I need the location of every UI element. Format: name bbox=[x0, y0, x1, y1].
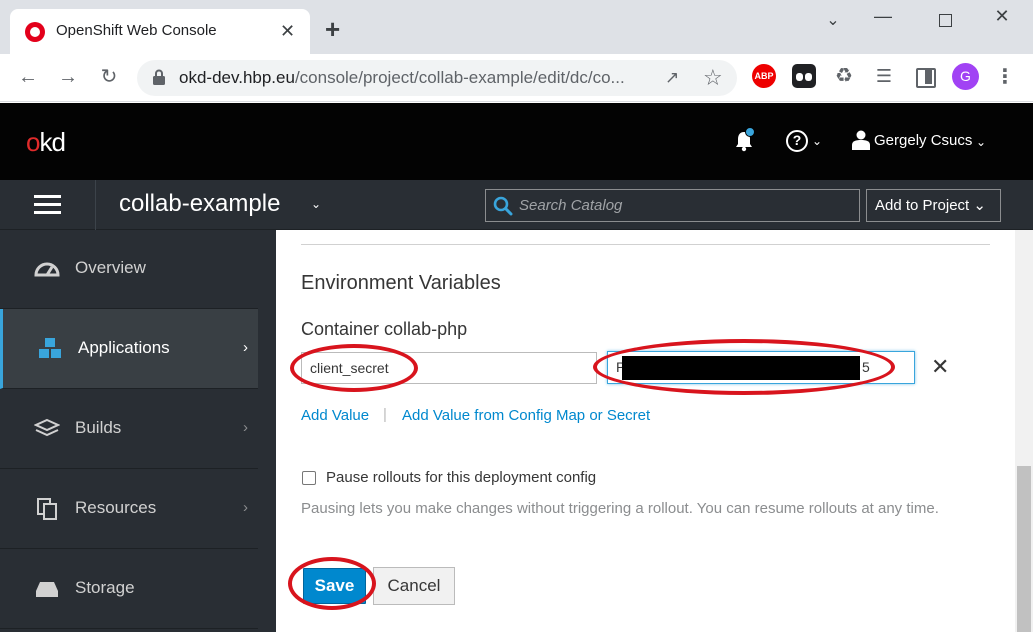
project-selector[interactable]: collab-example bbox=[119, 190, 280, 218]
sidebar-item-label: Storage bbox=[75, 578, 135, 597]
back-arrow-icon[interactable]: ← bbox=[15, 64, 41, 90]
link-separator: | bbox=[383, 406, 387, 423]
sidebar-item-label: Overview bbox=[75, 258, 146, 277]
browser-tabstrip: OpenShift Web Console ✕ + ⌄ — ✕ bbox=[0, 0, 1033, 54]
cubes-icon bbox=[39, 338, 61, 358]
maximize-button[interactable] bbox=[930, 6, 960, 32]
save-button[interactable]: Save bbox=[303, 568, 366, 604]
reload-icon[interactable]: ↻ bbox=[96, 64, 122, 90]
search-icon bbox=[493, 196, 513, 216]
cancel-button[interactable]: Cancel bbox=[373, 567, 455, 605]
sidebar-item-label: Resources bbox=[75, 498, 157, 517]
section-title: Environment Variables bbox=[301, 272, 501, 294]
add-from-config-link[interactable]: Add Value from Config Map or Secret bbox=[402, 407, 650, 424]
side-panel-icon[interactable] bbox=[913, 64, 937, 88]
pause-help-text: Pausing lets you make changes without tr… bbox=[301, 500, 939, 517]
help-icon[interactable]: ? bbox=[786, 130, 808, 152]
address-bar[interactable]: okd-dev.hbp.eu/console/project/collab-ex… bbox=[137, 60, 737, 96]
minimize-button[interactable]: — bbox=[868, 6, 898, 27]
window-close-button[interactable]: ✕ bbox=[987, 6, 1017, 27]
hdd-icon bbox=[36, 582, 58, 597]
section-divider bbox=[301, 244, 990, 245]
sidebar-item-builds[interactable]: Builds › bbox=[0, 389, 258, 469]
sidebar-scrollbar[interactable] bbox=[260, 230, 276, 632]
project-bar: collab-example ⌄ Search Catalog Add to P… bbox=[0, 180, 1033, 230]
pause-rollouts-label[interactable]: Pause rollouts for this deployment confi… bbox=[326, 469, 596, 486]
forward-arrow-icon[interactable]: → bbox=[55, 64, 81, 90]
redaction-box bbox=[622, 356, 860, 380]
search-placeholder: Search Catalog bbox=[519, 197, 623, 214]
tab-close-icon[interactable]: ✕ bbox=[280, 19, 295, 43]
add-value-link[interactable]: Add Value bbox=[301, 407, 369, 424]
share-icon[interactable]: ↗ bbox=[665, 68, 679, 88]
bookmark-star-icon[interactable]: ☆ bbox=[703, 65, 723, 91]
sidebar-item-label: Applications bbox=[78, 338, 170, 357]
search-catalog-input[interactable]: Search Catalog bbox=[485, 189, 860, 222]
url-text[interactable]: okd-dev.hbp.eu/console/project/collab-ex… bbox=[179, 68, 659, 88]
puzzle-extensions-icon[interactable]: ♻ bbox=[832, 64, 856, 88]
sidebar: Overview Applications › Builds › Resourc… bbox=[0, 230, 276, 632]
okd-logo[interactable]: okd bbox=[26, 127, 66, 158]
help-caret-icon[interactable]: ⌄ bbox=[812, 134, 822, 148]
adblock-plus-icon[interactable]: ABP bbox=[752, 64, 776, 88]
project-caret-icon[interactable]: ⌄ bbox=[311, 197, 321, 211]
sidebar-item-resources[interactable]: Resources › bbox=[0, 469, 258, 549]
browser-menu-icon[interactable]: ⋮ bbox=[995, 64, 1015, 89]
dashboard-icon bbox=[34, 262, 60, 277]
user-menu-name[interactable]: Gergely Csucs bbox=[874, 132, 972, 149]
hamburger-menu-icon[interactable] bbox=[34, 195, 61, 215]
env-value-suffix: 5 bbox=[862, 359, 870, 375]
chevron-right-icon: › bbox=[243, 419, 248, 436]
chevron-right-icon: › bbox=[243, 499, 248, 516]
opera-favicon-icon bbox=[25, 22, 45, 42]
profile-avatar[interactable]: G bbox=[952, 63, 979, 90]
media-queue-icon[interactable]: ☰ bbox=[872, 64, 896, 88]
okd-masthead: okd ? ⌄ Gergely Csucs ⌄ bbox=[0, 103, 1033, 180]
main-content: Environment Variables Container collab-p… bbox=[276, 230, 1015, 632]
env-name-input[interactable]: client_secret bbox=[301, 352, 597, 384]
sidebar-item-overview[interactable]: Overview bbox=[0, 229, 258, 309]
chevron-right-icon: › bbox=[243, 339, 248, 356]
browser-tab[interactable]: OpenShift Web Console ✕ bbox=[10, 9, 310, 54]
add-to-project-button[interactable]: Add to Project ⌄ bbox=[866, 189, 1001, 222]
lock-icon bbox=[153, 69, 165, 85]
user-icon[interactable] bbox=[852, 130, 870, 150]
sidebar-item-applications[interactable]: Applications › bbox=[0, 309, 258, 389]
layers-icon bbox=[34, 418, 60, 437]
tab-title: OpenShift Web Console bbox=[56, 22, 217, 39]
tab-search-chevron-icon[interactable]: ⌄ bbox=[818, 10, 848, 30]
container-title: Container collab-php bbox=[301, 319, 468, 339]
sidebar-item-label: Builds bbox=[75, 418, 122, 437]
main-scrollbar-thumb[interactable] bbox=[1017, 466, 1031, 632]
add-to-project-caret-icon: ⌄ bbox=[973, 197, 986, 214]
extension-icon[interactable] bbox=[792, 64, 816, 88]
notification-badge bbox=[745, 127, 755, 137]
new-tab-button[interactable]: + bbox=[325, 16, 340, 42]
sidebar-item-storage[interactable]: Storage bbox=[0, 549, 258, 629]
remove-env-icon[interactable]: ✕ bbox=[931, 354, 949, 380]
user-caret-icon[interactable]: ⌄ bbox=[976, 135, 986, 149]
files-icon bbox=[37, 498, 57, 520]
pause-rollouts-checkbox[interactable] bbox=[302, 471, 316, 485]
project-divider bbox=[95, 180, 96, 230]
